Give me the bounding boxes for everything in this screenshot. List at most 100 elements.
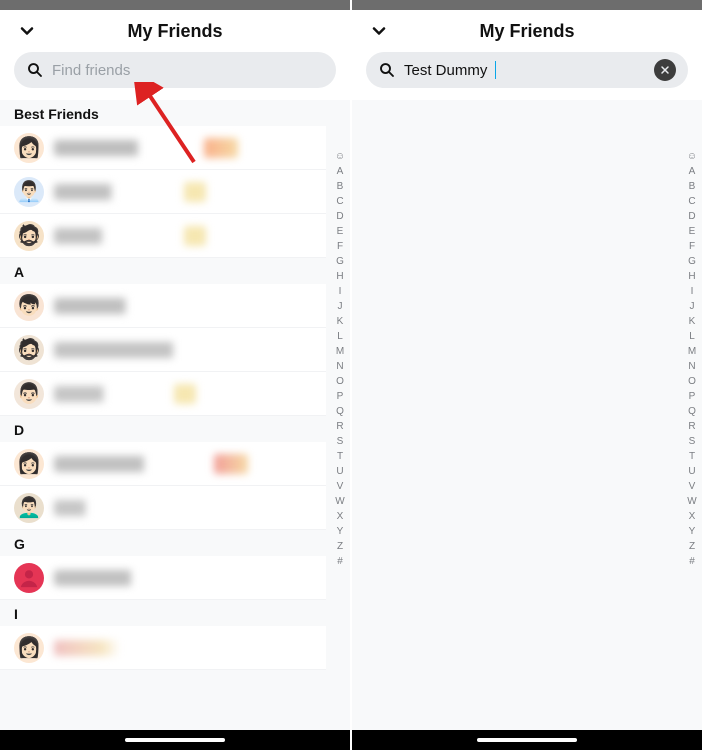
friend-emoji-redacted	[214, 454, 248, 474]
clear-search-icon[interactable]	[654, 59, 676, 81]
alpha-index-letter[interactable]: #	[334, 555, 346, 569]
friends-list-empty	[352, 100, 702, 730]
alpha-index-letter[interactable]: N	[334, 360, 346, 374]
avatar: 👩🏻	[14, 133, 44, 163]
device-status-bar	[352, 0, 702, 10]
alpha-index-letter[interactable]: N	[686, 360, 698, 374]
friend-emoji-redacted	[184, 226, 206, 246]
search-field[interactable]: Test Dummy	[366, 52, 688, 88]
alpha-index-letter[interactable]: T	[334, 450, 346, 464]
alpha-index-letter[interactable]: J	[334, 300, 346, 314]
friend-emoji-redacted	[174, 384, 196, 404]
alpha-index-letter[interactable]: S	[686, 435, 698, 449]
alpha-index-letter[interactable]: H	[334, 270, 346, 284]
alpha-index-letter[interactable]: Z	[334, 540, 346, 554]
friend-row[interactable]: 👩🏻	[0, 442, 326, 486]
avatar: 🧔🏻	[14, 221, 44, 251]
alpha-index-letter[interactable]: Y	[334, 525, 346, 539]
alpha-index-letter[interactable]: I	[334, 285, 346, 299]
friend-row[interactable]: 👨🏻‍🦱	[0, 486, 326, 530]
alpha-index-letter[interactable]: F	[334, 240, 346, 254]
alpha-index-rail-left[interactable]: ☺ABCDEFGHIJKLMNOPQRSTUVWXYZ#	[334, 150, 346, 569]
alpha-index-letter[interactable]: M	[686, 345, 698, 359]
search-input-value[interactable]: Test Dummy	[404, 62, 487, 79]
alpha-index-letter[interactable]: U	[334, 465, 346, 479]
header: My Friends	[352, 10, 702, 50]
header: My Friends	[0, 10, 350, 50]
alpha-index-letter[interactable]: B	[334, 180, 346, 194]
alpha-index-letter[interactable]: L	[686, 330, 698, 344]
friend-name-redacted	[54, 342, 224, 358]
text-caret	[495, 61, 496, 79]
section-header-i: I	[0, 600, 326, 626]
friend-row[interactable]: 👨🏻	[0, 372, 326, 416]
friend-row[interactable]	[0, 556, 326, 600]
friend-row[interactable]: 🧔🏻	[0, 328, 326, 372]
friend-row[interactable]: 👩🏻	[0, 626, 326, 670]
alpha-index-letter[interactable]: Y	[686, 525, 698, 539]
alpha-index-letter[interactable]: U	[686, 465, 698, 479]
alpha-index-letter[interactable]: W	[686, 495, 698, 509]
friend-name-redacted	[54, 456, 204, 472]
alpha-index-letter[interactable]: S	[334, 435, 346, 449]
alpha-index-letter[interactable]: X	[686, 510, 698, 524]
alpha-index-letter[interactable]: E	[686, 225, 698, 239]
search-field[interactable]	[14, 52, 336, 88]
alpha-index-letter[interactable]: Q	[686, 405, 698, 419]
alpha-index-letter[interactable]: L	[334, 330, 346, 344]
close-chevron-icon[interactable]	[14, 18, 40, 44]
alpha-index-letter[interactable]: W	[334, 495, 346, 509]
alpha-index-letter[interactable]: C	[334, 195, 346, 209]
friend-row[interactable]: 👨🏻‍💼	[0, 170, 326, 214]
alpha-index-letter[interactable]: G	[686, 255, 698, 269]
alpha-index-letter[interactable]: C	[686, 195, 698, 209]
alpha-index-letter[interactable]: P	[334, 390, 346, 404]
alpha-index-letter[interactable]: V	[686, 480, 698, 494]
section-header-a: A	[0, 258, 326, 284]
alpha-index-letter[interactable]: #	[686, 555, 698, 569]
device-nav-bar	[0, 730, 350, 750]
page-title: My Friends	[392, 21, 662, 42]
alpha-index-letter[interactable]: ☺	[686, 150, 698, 164]
alpha-index-letter[interactable]: Z	[686, 540, 698, 554]
alpha-index-letter[interactable]: G	[334, 255, 346, 269]
alpha-index-letter[interactable]: A	[334, 165, 346, 179]
alpha-index-letter[interactable]: A	[686, 165, 698, 179]
alpha-index-letter[interactable]: Q	[334, 405, 346, 419]
alpha-index-letter[interactable]: P	[686, 390, 698, 404]
section-header-g: G	[0, 530, 326, 556]
alpha-index-letter[interactable]: B	[686, 180, 698, 194]
alpha-index-letter[interactable]: T	[686, 450, 698, 464]
friend-name-redacted	[54, 184, 174, 200]
pane-right: My Friends Test Dummy ☺ABCDEFGHIJKLMNOPQ…	[352, 0, 702, 750]
friend-row[interactable]: 👩🏻	[0, 126, 326, 170]
alpha-index-letter[interactable]: D	[686, 210, 698, 224]
alpha-index-letter[interactable]: O	[334, 375, 346, 389]
alpha-index-rail-right[interactable]: ☺ABCDEFGHIJKLMNOPQRSTUVWXYZ#	[686, 150, 698, 569]
alpha-index-letter[interactable]: H	[686, 270, 698, 284]
alpha-index-letter[interactable]: O	[686, 375, 698, 389]
alpha-index-letter[interactable]: K	[686, 315, 698, 329]
alpha-index-letter[interactable]: ☺	[334, 150, 346, 164]
search-input[interactable]	[52, 62, 324, 79]
search-icon	[378, 61, 396, 79]
friend-name-redacted	[54, 298, 184, 314]
alpha-index-letter[interactable]: V	[334, 480, 346, 494]
alpha-index-letter[interactable]: K	[334, 315, 346, 329]
alpha-index-letter[interactable]: X	[334, 510, 346, 524]
alpha-index-letter[interactable]: M	[334, 345, 346, 359]
friend-row[interactable]: 👦🏻	[0, 284, 326, 328]
close-chevron-icon[interactable]	[366, 18, 392, 44]
alpha-index-letter[interactable]: F	[686, 240, 698, 254]
page-title: My Friends	[40, 21, 310, 42]
friends-list: Best Friends 👩🏻 👨🏻‍💼 🧔🏻 A 👦🏻	[0, 100, 350, 730]
friend-emoji-redacted	[204, 138, 238, 158]
friend-name-redacted	[54, 570, 194, 586]
alpha-index-letter[interactable]: J	[686, 300, 698, 314]
alpha-index-letter[interactable]: D	[334, 210, 346, 224]
alpha-index-letter[interactable]: E	[334, 225, 346, 239]
alpha-index-letter[interactable]: R	[686, 420, 698, 434]
friend-row[interactable]: 🧔🏻	[0, 214, 326, 258]
alpha-index-letter[interactable]: R	[334, 420, 346, 434]
alpha-index-letter[interactable]: I	[686, 285, 698, 299]
